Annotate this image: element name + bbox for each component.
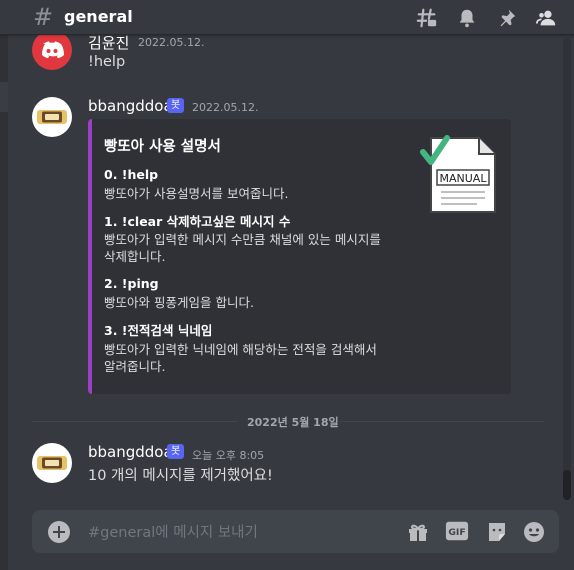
scrollbar-track[interactable] bbox=[563, 38, 571, 498]
message-content: 10 개의 메시지를 제거했어요! bbox=[88, 468, 273, 484]
embed-field-name: 0. !help bbox=[104, 167, 159, 182]
message-username[interactable]: 김윤진 bbox=[88, 32, 129, 53]
add-attachment-icon[interactable] bbox=[48, 521, 70, 543]
message-input-placeholder[interactable]: #general에 메시지 보내기 bbox=[88, 521, 258, 542]
threads-icon[interactable] bbox=[416, 7, 438, 29]
embed-field-name: 1. !clear 삭제하고싶은 메시지 수 bbox=[104, 214, 291, 229]
channel-header: # general bbox=[0, 0, 574, 35]
channel-name: general bbox=[64, 7, 133, 26]
date-divider-line bbox=[339, 421, 544, 422]
emoji-icon[interactable] bbox=[522, 520, 546, 544]
embed-field-value: 빵또아와 핑퐁게임을 합니다. bbox=[104, 295, 254, 310]
avatar[interactable] bbox=[32, 443, 72, 483]
embed-field-value: 빵또아가 사용설명서를 보여줍니다. bbox=[104, 186, 289, 201]
bread-icon bbox=[37, 110, 67, 124]
members-icon[interactable] bbox=[536, 7, 558, 29]
message-input-box[interactable]: #general에 메시지 보내기 GIF bbox=[32, 510, 559, 553]
gift-icon[interactable] bbox=[406, 520, 430, 544]
embed-field-value: 삭제합니다. bbox=[104, 249, 166, 264]
embed-field-value: 빵또아가 입력한 닉네임에 해당하는 전적을 검색해서 bbox=[104, 342, 377, 357]
scrollbar-thumb[interactable] bbox=[563, 470, 571, 500]
message-timestamp: 오늘 오후 8:05 bbox=[192, 449, 265, 462]
message-timestamp: 2022.05.12. bbox=[192, 101, 259, 114]
sidebar-edge-nub bbox=[0, 82, 8, 112]
sidebar-edge bbox=[0, 0, 8, 570]
bot-tag: 봇 bbox=[167, 98, 185, 113]
message-username[interactable]: bbangddoa bbox=[88, 97, 173, 115]
manual-label: MANUAL bbox=[440, 172, 488, 185]
message-username[interactable]: bbangddoa bbox=[88, 443, 173, 461]
bell-icon[interactable] bbox=[456, 7, 478, 29]
embed-field-value: 빵또아가 입력한 메시지 수만큼 채널에 있는 메시지를 bbox=[104, 232, 381, 247]
discord-logo-icon bbox=[42, 41, 64, 59]
channel-hash-icon: # bbox=[33, 3, 54, 31]
embed-title: 빵또아 사용 설명서 bbox=[104, 139, 221, 155]
sticker-icon[interactable] bbox=[485, 520, 509, 544]
embed-field-name: 2. !ping bbox=[104, 276, 159, 291]
date-divider: 2022년 5월 18일 bbox=[247, 416, 339, 429]
bot-tag: 봇 bbox=[167, 444, 185, 459]
message-timestamp: 2022.05.12. bbox=[138, 36, 205, 49]
message-content: !help bbox=[88, 54, 126, 70]
date-divider-line bbox=[32, 421, 237, 422]
manual-document-icon[interactable]: MANUAL bbox=[419, 134, 499, 216]
avatar[interactable] bbox=[32, 30, 72, 70]
bread-icon bbox=[37, 456, 67, 470]
embed-field-name: 3. !전적검색 닉네임 bbox=[104, 323, 213, 338]
gif-icon[interactable]: GIF bbox=[445, 519, 471, 545]
pin-icon[interactable] bbox=[496, 7, 518, 29]
avatar[interactable] bbox=[32, 97, 72, 137]
embed-field-value: 알려줍니다. bbox=[104, 359, 166, 374]
gif-label: GIF bbox=[448, 527, 465, 538]
help-embed: 빵또아 사용 설명서 0. !help 빵또아가 사용설명서를 보여줍니다. 1… bbox=[88, 119, 511, 394]
